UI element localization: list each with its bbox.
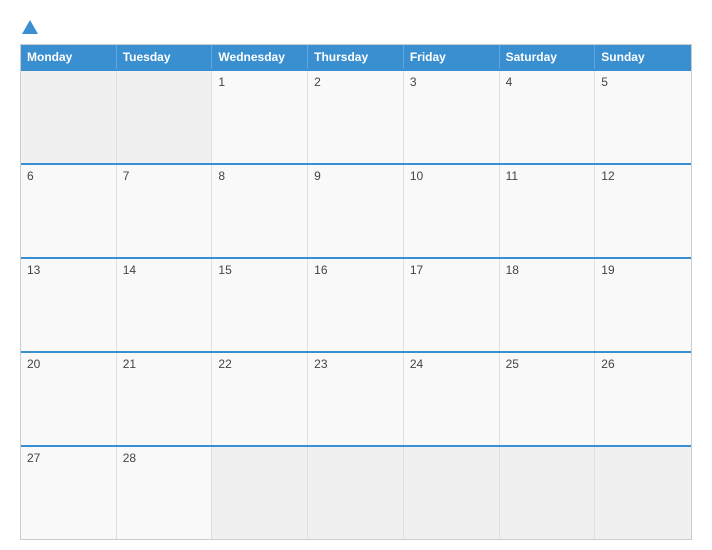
cal-cell: 15 bbox=[212, 259, 308, 351]
day-number: 16 bbox=[314, 263, 327, 277]
day-number: 24 bbox=[410, 357, 423, 371]
cal-cell bbox=[500, 447, 596, 539]
day-number: 11 bbox=[506, 169, 518, 183]
cal-cell bbox=[404, 447, 500, 539]
cal-cell: 10 bbox=[404, 165, 500, 257]
cal-cell: 11 bbox=[500, 165, 596, 257]
cal-cell: 16 bbox=[308, 259, 404, 351]
cal-cell: 6 bbox=[21, 165, 117, 257]
day-number: 25 bbox=[506, 357, 519, 371]
cal-cell: 3 bbox=[404, 71, 500, 163]
cal-cell: 8 bbox=[212, 165, 308, 257]
cal-cell: 24 bbox=[404, 353, 500, 445]
cal-cell bbox=[117, 71, 213, 163]
day-header-saturday: Saturday bbox=[500, 45, 596, 69]
cal-cell bbox=[308, 447, 404, 539]
day-number: 15 bbox=[218, 263, 231, 277]
day-number: 3 bbox=[410, 75, 417, 89]
day-number: 17 bbox=[410, 263, 423, 277]
day-number: 28 bbox=[123, 451, 136, 465]
cal-cell: 1 bbox=[212, 71, 308, 163]
cal-cell: 4 bbox=[500, 71, 596, 163]
cal-cell: 26 bbox=[595, 353, 691, 445]
week-row-4: 20 21 22 23 24 25 26 bbox=[21, 351, 691, 445]
day-number: 26 bbox=[601, 357, 614, 371]
day-number: 7 bbox=[123, 169, 130, 183]
cal-cell bbox=[21, 71, 117, 163]
day-number: 2 bbox=[314, 75, 321, 89]
cal-cell: 21 bbox=[117, 353, 213, 445]
cal-cell: 12 bbox=[595, 165, 691, 257]
day-header-tuesday: Tuesday bbox=[117, 45, 213, 69]
day-header-monday: Monday bbox=[21, 45, 117, 69]
calendar-header: MondayTuesdayWednesdayThursdayFridaySatu… bbox=[21, 45, 691, 69]
cal-cell bbox=[595, 447, 691, 539]
day-number: 4 bbox=[506, 75, 513, 89]
day-number: 13 bbox=[27, 263, 40, 277]
cal-cell: 20 bbox=[21, 353, 117, 445]
calendar-page: MondayTuesdayWednesdayThursdayFridaySatu… bbox=[0, 0, 712, 550]
day-number: 5 bbox=[601, 75, 608, 89]
day-header-thursday: Thursday bbox=[308, 45, 404, 69]
cal-cell: 25 bbox=[500, 353, 596, 445]
week-row-5: 27 28 bbox=[21, 445, 691, 539]
day-number: 6 bbox=[27, 169, 34, 183]
calendar: MondayTuesdayWednesdayThursdayFridaySatu… bbox=[20, 44, 692, 540]
day-number: 19 bbox=[601, 263, 614, 277]
cal-cell: 28 bbox=[117, 447, 213, 539]
day-number: 1 bbox=[218, 75, 225, 89]
day-header-sunday: Sunday bbox=[595, 45, 691, 69]
week-row-3: 13 14 15 16 17 18 19 bbox=[21, 257, 691, 351]
week-row-2: 6 7 8 9 10 11 12 bbox=[21, 163, 691, 257]
header bbox=[20, 18, 692, 34]
cal-cell: 14 bbox=[117, 259, 213, 351]
day-number: 14 bbox=[123, 263, 136, 277]
day-number: 20 bbox=[27, 357, 40, 371]
day-header-friday: Friday bbox=[404, 45, 500, 69]
cal-cell: 17 bbox=[404, 259, 500, 351]
day-number: 12 bbox=[601, 169, 614, 183]
cal-cell: 22 bbox=[212, 353, 308, 445]
cal-cell: 23 bbox=[308, 353, 404, 445]
cal-cell: 5 bbox=[595, 71, 691, 163]
day-number: 23 bbox=[314, 357, 327, 371]
cal-cell: 2 bbox=[308, 71, 404, 163]
day-number: 21 bbox=[123, 357, 136, 371]
day-number: 9 bbox=[314, 169, 321, 183]
day-number: 18 bbox=[506, 263, 519, 277]
cal-cell: 18 bbox=[500, 259, 596, 351]
week-row-1: 1 2 3 4 5 bbox=[21, 69, 691, 163]
day-number: 27 bbox=[27, 451, 40, 465]
cal-cell: 9 bbox=[308, 165, 404, 257]
cal-cell: 19 bbox=[595, 259, 691, 351]
day-number: 8 bbox=[218, 169, 225, 183]
cal-cell: 27 bbox=[21, 447, 117, 539]
day-number: 10 bbox=[410, 169, 423, 183]
logo-triangle-icon bbox=[21, 18, 39, 36]
day-header-wednesday: Wednesday bbox=[212, 45, 308, 69]
cal-cell bbox=[212, 447, 308, 539]
calendar-body: 1234567891011121314151617181920212223242… bbox=[21, 69, 691, 539]
cal-cell: 13 bbox=[21, 259, 117, 351]
day-number: 22 bbox=[218, 357, 231, 371]
cal-cell: 7 bbox=[117, 165, 213, 257]
logo bbox=[20, 18, 39, 34]
